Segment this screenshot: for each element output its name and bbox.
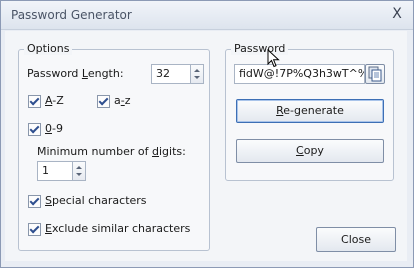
exclude-similar-label: Exclude similar characters: [45, 222, 190, 235]
mouse-cursor-icon: [267, 49, 280, 68]
hotkey: E: [45, 222, 52, 235]
regenerate-button[interactable]: Re-generate: [236, 99, 384, 123]
digits-label: 0-9: [45, 122, 63, 135]
label-part: -Z: [52, 94, 64, 107]
special-characters-checkbox[interactable]: [28, 195, 41, 208]
label-part: Minimum number of: [37, 145, 153, 158]
spin-up-icon[interactable]: [76, 166, 82, 169]
title-bar: Password Generator X: [1, 1, 413, 30]
uppercase-checkbox[interactable]: [28, 95, 41, 108]
spin-down-icon[interactable]: [76, 173, 82, 176]
window-title: Password Generator: [11, 8, 132, 22]
min-digits-input[interactable]: 1: [37, 161, 73, 181]
special-characters-label: Special characters: [45, 194, 147, 207]
password-length-input[interactable]: 32: [151, 64, 191, 84]
label-part: e-generate: [283, 104, 344, 117]
hotkey: 0: [45, 122, 52, 135]
label-part: opy: [303, 144, 324, 157]
spin-up-icon[interactable]: [194, 69, 200, 72]
exclude-similar-checkbox[interactable]: [28, 223, 41, 236]
hotkey: d: [152, 145, 159, 158]
hotkey: S: [45, 194, 52, 207]
label-part: z: [124, 94, 131, 107]
label-part: xclude similar characters: [51, 222, 191, 235]
hotkey: C: [296, 144, 304, 157]
password-output-field[interactable]: fidW@!7P%Q3h3wT^%7: [234, 64, 365, 84]
dialog-body: Options Password Length: 32 A-Z a-z 0-9 …: [5, 31, 407, 261]
close-button[interactable]: Close: [316, 227, 396, 252]
password-length-label: Password Length:: [27, 67, 124, 80]
password-group: Password fidW@!7P%Q3h3wT^%7 Re-generate …: [225, 42, 394, 181]
close-window-icon[interactable]: X: [389, 6, 405, 22]
spin-down-icon[interactable]: [194, 76, 200, 79]
password-generator-window: Password Generator X Options Password Le…: [0, 0, 414, 268]
options-legend: Options: [24, 42, 73, 55]
password-length-spinner[interactable]: [190, 64, 204, 84]
label-part: pecial characters: [51, 194, 147, 207]
min-digits-spinner[interactable]: [72, 161, 86, 181]
min-digits-label: Minimum number of digits:: [37, 145, 186, 158]
uppercase-label: A-Z: [45, 94, 64, 107]
label-part: a: [114, 94, 121, 107]
label-part: igits:: [159, 145, 186, 158]
label-part: -9: [52, 122, 63, 135]
clipboard-icon: [368, 66, 382, 82]
lowercase-label: a-z: [114, 94, 131, 107]
copy-button[interactable]: Copy: [236, 139, 384, 163]
options-group: Options Password Length: 32 A-Z a-z 0-9 …: [18, 42, 210, 251]
lowercase-checkbox[interactable]: [97, 95, 110, 108]
digits-checkbox[interactable]: [28, 123, 41, 136]
label-part: Password: [27, 67, 82, 80]
label-part: ength:: [87, 67, 124, 80]
copy-to-clipboard-button[interactable]: [365, 64, 385, 84]
